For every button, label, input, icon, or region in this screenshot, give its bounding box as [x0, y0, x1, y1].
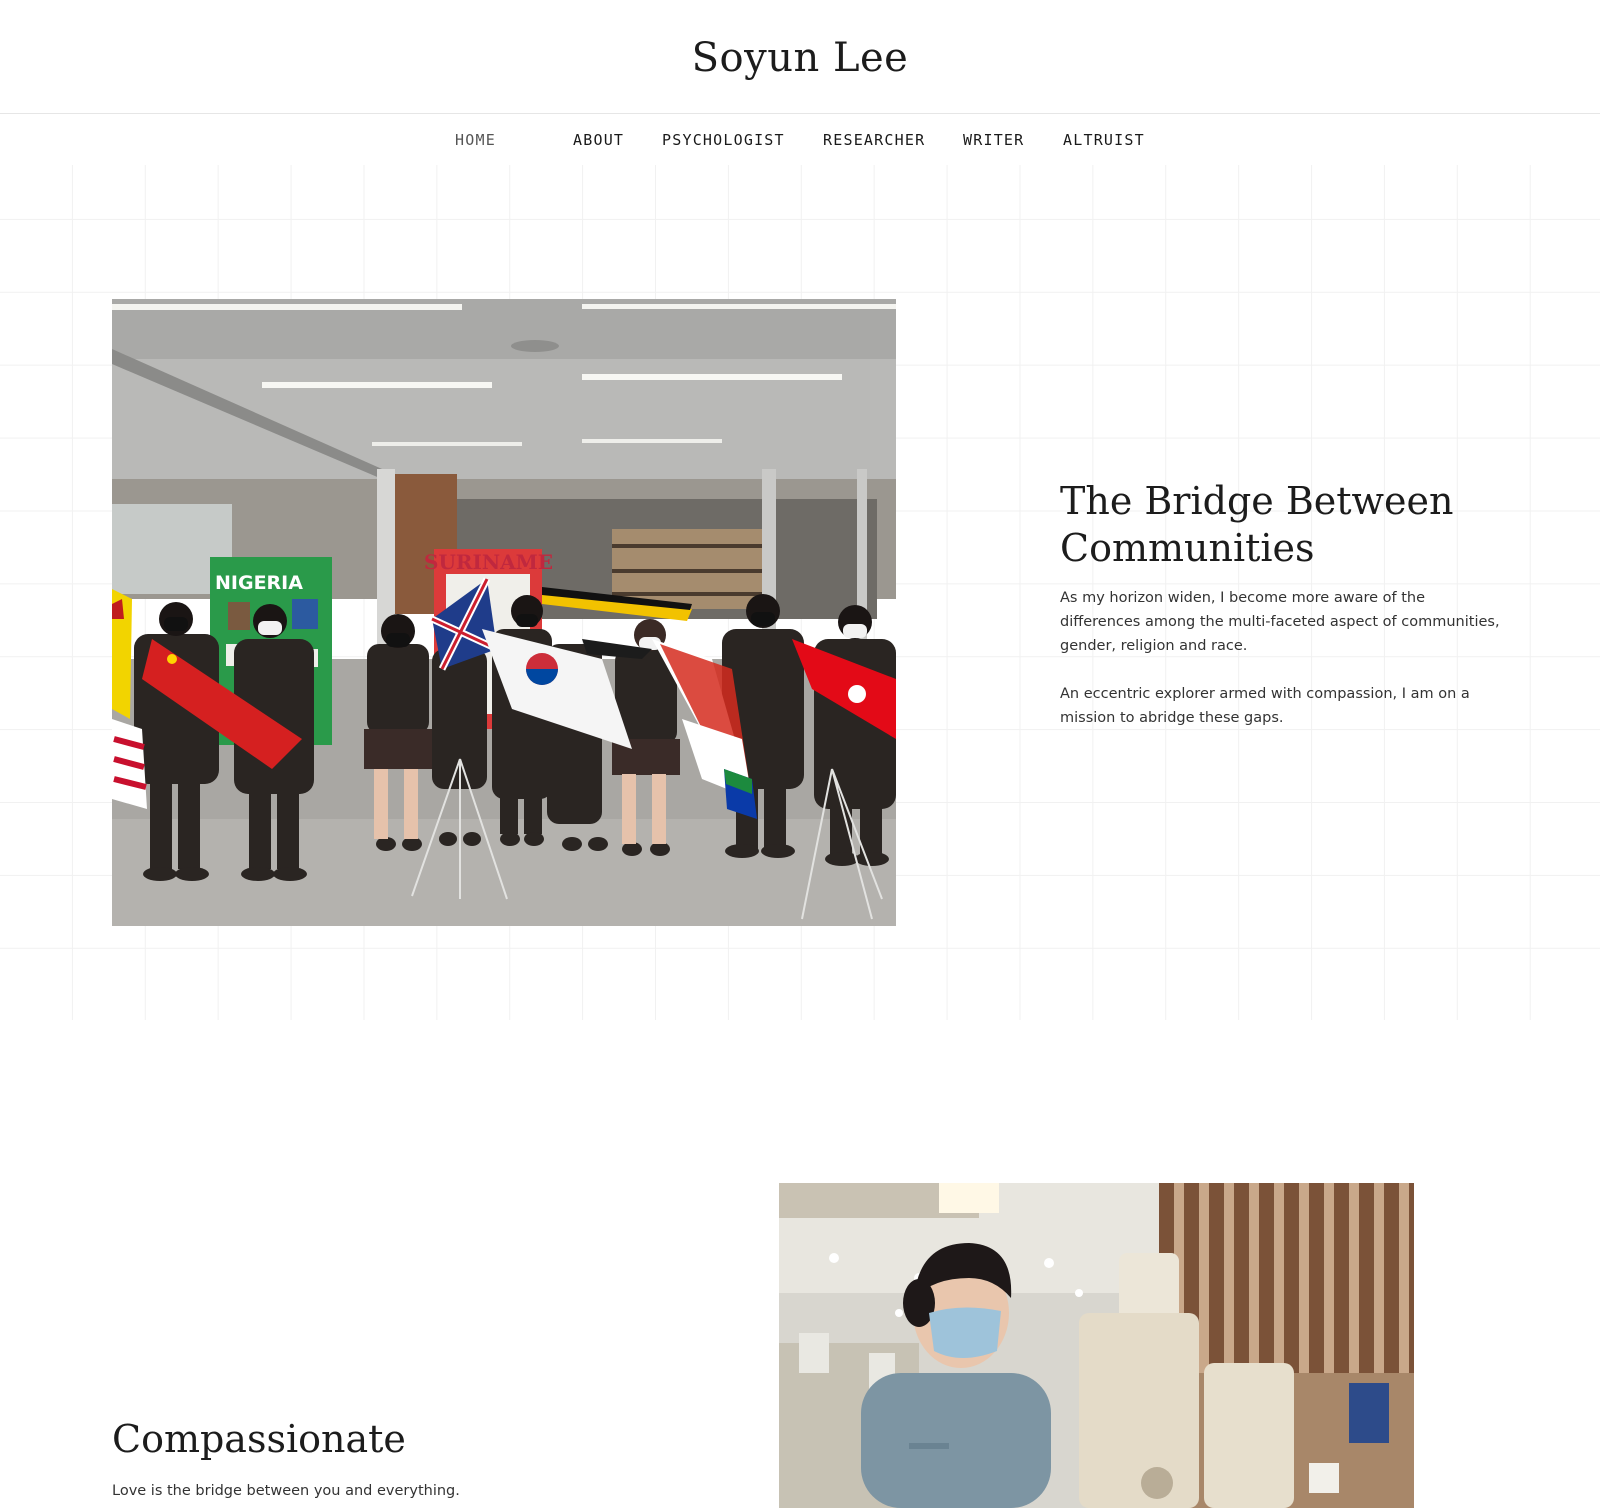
section-heading-compassionate: Compassionate [112, 1417, 406, 1461]
flags-photo: NIGERIA SURINAME [112, 299, 896, 926]
section-paragraph: As my horizon widen, I become more aware… [1060, 590, 1500, 654]
section-paragraph: An eccentric explorer armed with compass… [1060, 686, 1470, 726]
clinic-photo [779, 1183, 1414, 1508]
site-header: Soyun Lee [0, 0, 1600, 114]
nav-item-psychologist[interactable]: PSYCHOLOGIST [662, 131, 785, 149]
nav-item-home[interactable]: HOME [455, 131, 496, 149]
nav-item-altruist[interactable]: ALTRUIST [1063, 131, 1145, 149]
section-heading-bridge: The Bridge Between Communities [1060, 479, 1454, 570]
main-nav: HOME ABOUT PSYCHOLOGIST RESEARCHER WRITE… [0, 115, 1600, 165]
suriname-sign-text: SURINAME [424, 550, 553, 574]
nav-item-about[interactable]: ABOUT [573, 131, 624, 149]
section-paragraph: Love is the bridge between you and every… [112, 1483, 460, 1499]
nav-item-researcher[interactable]: RESEARCHER [823, 131, 925, 149]
nav-item-writer[interactable]: WRITER [963, 131, 1024, 149]
nigeria-sign-text: NIGERIA [215, 572, 303, 594]
site-title[interactable]: Soyun Lee [692, 33, 909, 81]
